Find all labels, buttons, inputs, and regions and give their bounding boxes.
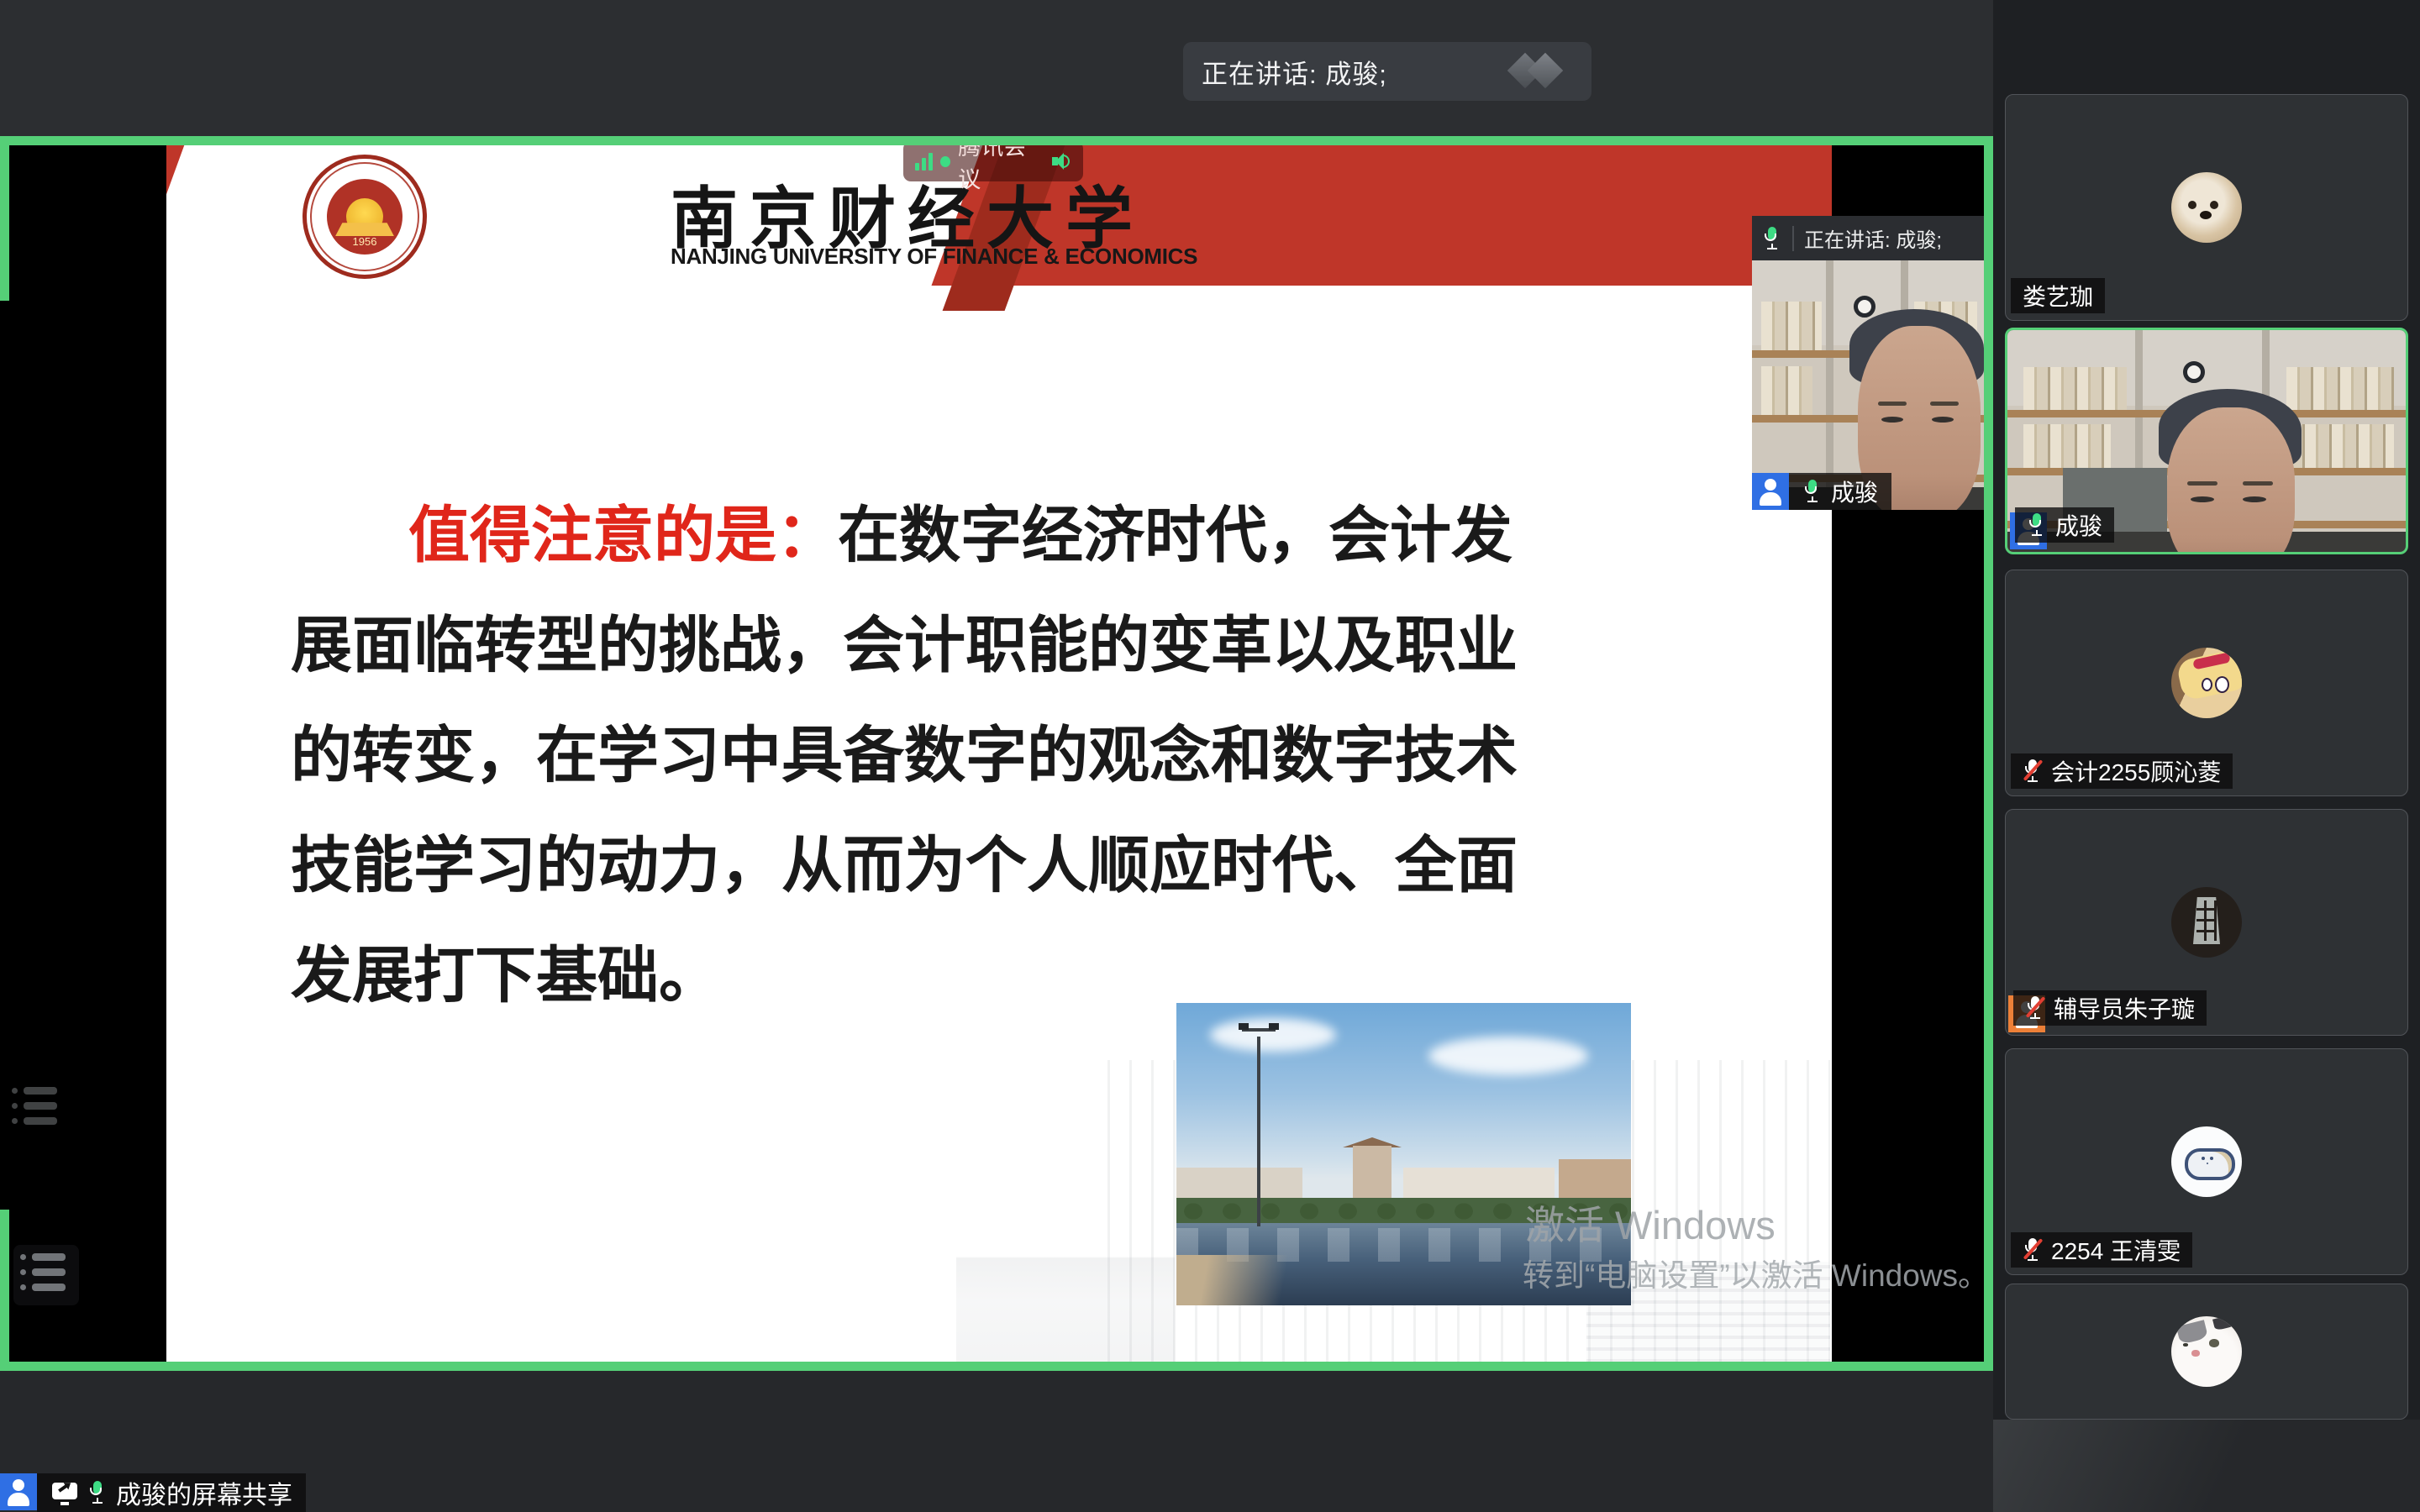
- screen-share-icon: [50, 1480, 79, 1505]
- participant-tile[interactable]: 娄艺珈: [2005, 94, 2408, 321]
- recording-dot-icon: [940, 156, 950, 167]
- person-badge-icon: [0, 1473, 37, 1510]
- avatar: [2171, 648, 2242, 718]
- share-border: [1984, 136, 1993, 1371]
- participants-sidebar: 娄艺珈 成骏 会计2255顾沁菱: [1993, 0, 2420, 1512]
- overlay-header: 正在讲话: 成骏;: [1752, 216, 1984, 260]
- share-border: [0, 1362, 1993, 1371]
- microphone-on-icon: [87, 1479, 108, 1506]
- avatar: [2171, 1316, 2242, 1387]
- share-border: [0, 136, 9, 301]
- overlay-video: 成骏: [1752, 260, 1984, 510]
- microphone-muted-icon: [2025, 995, 2045, 1021]
- slide-line-4: 技能学习的动力，从而为个人顺应时代、全面: [291, 811, 1728, 921]
- microphone-muted-icon: [2023, 758, 2043, 785]
- clock-icon: [1854, 296, 1876, 318]
- top-bar: 正在讲话: 成骏;: [0, 0, 1993, 136]
- seal-year: 1956: [327, 235, 402, 248]
- clock-icon: [2183, 361, 2205, 383]
- list-icon: [13, 1245, 79, 1305]
- slide-background-watermark: [956, 1211, 1175, 1362]
- share-status-text: 成骏的屏幕共享: [116, 1474, 292, 1511]
- participant-tile[interactable]: 2254 王清雯: [2005, 1048, 2408, 1275]
- overlay-speaking-text: 正在讲话: 成骏;: [1804, 223, 1942, 253]
- participant-tile-active-speaker[interactable]: 成骏: [2005, 328, 2408, 554]
- participant-tile[interactable]: 辅导员朱子璇: [2005, 809, 2408, 1036]
- meeting-app-badge: 腾讯会议: [903, 144, 1083, 181]
- speaker-icon: [1051, 150, 1071, 172]
- list-icon: [12, 1085, 66, 1132]
- participant-name: 2254 王清雯: [2051, 1233, 2181, 1267]
- share-border: [0, 1210, 9, 1371]
- slide-line-1: 在数字经济时代，会计发: [838, 501, 1512, 570]
- overlay-speaker-name: 成骏: [1831, 475, 1878, 508]
- windows-activation-watermark-line2: 转到“电脑设置”以激活 Windows。: [1523, 1250, 1989, 1295]
- active-speaker-pill[interactable]: 正在讲话: 成骏;: [1183, 42, 1591, 101]
- avatar: [2171, 887, 2242, 958]
- slide-paragraph: 值得注意的是：在数字经济时代，会计发 展面临转型的挑战，会计职能的变革以及职业 …: [291, 480, 1728, 1031]
- slide-line-3: 的转变，在学习中具备数字的观念和数字技术: [291, 701, 1728, 811]
- microphone-on-icon: [1802, 478, 1823, 505]
- participant-name: 辅导员朱子璇: [2054, 991, 2195, 1025]
- university-seal: 1956: [302, 155, 427, 279]
- screen-share-status: 成骏的屏幕共享: [0, 1473, 306, 1512]
- slide-line-2: 展面临转型的挑战，会计职能的变革以及职业: [291, 591, 1728, 701]
- participant-name: 成骏: [2055, 508, 2102, 542]
- participant-tile[interactable]: [2005, 1284, 2408, 1420]
- participant-name: 娄艺珈: [2011, 278, 2105, 313]
- screen-share-region: 1956 南京财经大学 NANJING UNIVERSITY OF FINANC…: [0, 136, 1993, 1371]
- person-badge-icon: [1752, 473, 1789, 510]
- meeting-app-name: 腾讯会议: [958, 144, 1043, 194]
- avatar: [2171, 1126, 2242, 1197]
- windows-activation-watermark-line1: 激活 Windows: [1525, 1193, 1776, 1251]
- microphone-on-icon: [1762, 225, 1782, 252]
- speaker-video-overlay[interactable]: 正在讲话: 成骏; 成骏: [1752, 216, 1984, 510]
- tencent-meeting-logo-icon: [1507, 53, 1573, 90]
- microphone-muted-icon: [2023, 1236, 2043, 1263]
- active-speaker-text: 正在讲话: 成骏;: [1202, 53, 1387, 91]
- share-border: [0, 136, 1993, 145]
- participant-tile[interactable]: 会计2255顾沁菱: [2005, 570, 2408, 796]
- presentation-slide: 1956 南京财经大学 NANJING UNIVERSITY OF FINANC…: [166, 144, 1832, 1362]
- signal-bars-icon: [915, 152, 933, 171]
- microphone-on-icon: [2027, 512, 2047, 538]
- participant-name: 会计2255顾沁菱: [2051, 754, 2221, 788]
- slide-highlight-text: 值得注意的是：: [408, 501, 838, 570]
- university-name-en: NANJING UNIVERSITY OF FINANCE & ECONOMIC…: [671, 244, 1197, 270]
- avatar: [2171, 172, 2242, 243]
